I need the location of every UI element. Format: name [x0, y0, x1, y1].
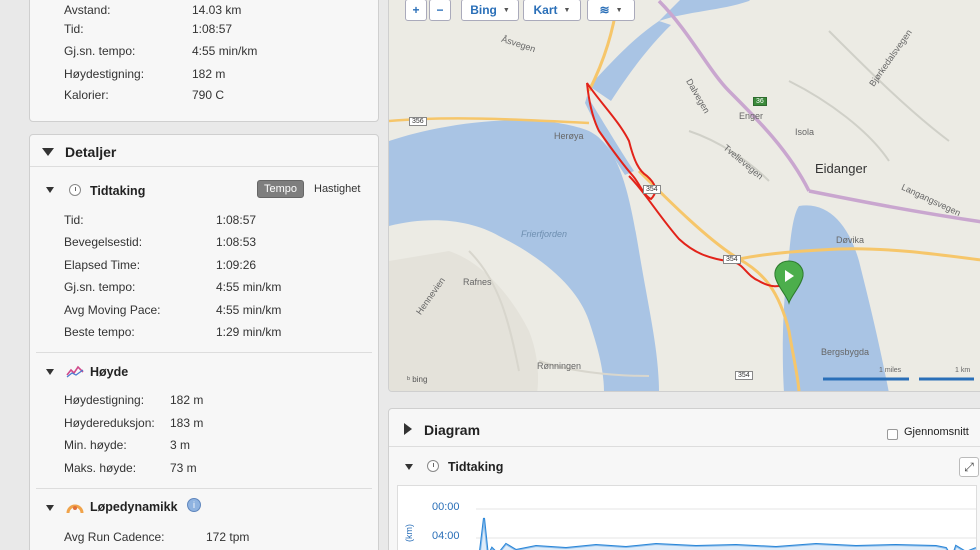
- chart-area: (km) 00:00 04:00: [397, 485, 977, 550]
- pace-line-chart: [476, 508, 976, 550]
- diagram-header[interactable]: Diagram Gjennomsnitt: [389, 409, 980, 447]
- scale-miles-label: 1 miles: [879, 367, 902, 374]
- elevation-icon: [66, 365, 84, 378]
- diagram-timing-collapse-icon[interactable]: [405, 464, 413, 470]
- section-divider: [36, 488, 372, 489]
- dynamics-title: Løpedynamikk: [90, 500, 178, 514]
- y-axis-label: (km): [404, 524, 414, 542]
- diagram-title: Diagram: [424, 422, 481, 438]
- section-divider: [36, 352, 372, 353]
- bing-logo-icon: ᵇ: [407, 375, 411, 384]
- place-label-dovika: Døvika: [836, 235, 865, 245]
- road-shield-354-bottom: 354: [735, 371, 753, 380]
- chevron-down-icon: ▼: [502, 6, 510, 14]
- clock-icon: [69, 184, 81, 196]
- chevron-down-icon: ▼: [563, 6, 571, 14]
- place-label-frierfjorden: Frierfjorden: [521, 229, 568, 239]
- map-provider-select[interactable]: Bing ▼: [461, 0, 519, 21]
- fullscreen-icon[interactable]: ⤢: [959, 457, 979, 477]
- layers-icon: ≋: [599, 3, 610, 17]
- timing-title: Tidtaking: [90, 184, 146, 198]
- zoom-out-button[interactable]: −: [429, 0, 451, 21]
- diagram-section-title: Tidtaking: [448, 460, 504, 474]
- place-label-isola: Isola: [795, 127, 815, 137]
- zoom-in-button[interactable]: +: [405, 0, 427, 21]
- running-dynamics-icon: [66, 504, 84, 514]
- diagram-panel: Diagram Gjennomsnitt Tidtaking ⤢ (km) 00…: [388, 408, 980, 550]
- details-title: Detaljer: [65, 144, 117, 160]
- elevation-title: Høyde: [90, 365, 129, 379]
- map-panel[interactable]: + − Bing ▼ Kart ▼ ≋ ▼ Eidanger Døvika Bergs…: [388, 0, 980, 392]
- details-header[interactable]: Detaljer: [30, 135, 378, 167]
- collapse-triangle-icon[interactable]: [42, 148, 54, 156]
- elevation-collapse-icon[interactable]: [46, 369, 54, 375]
- info-icon[interactable]: i: [187, 498, 201, 512]
- y-tick-1: 04:00: [432, 530, 460, 542]
- scale-km-label: 1 km: [955, 367, 971, 374]
- average-checkbox[interactable]: [887, 429, 898, 440]
- place-label-enger: Enger: [739, 111, 764, 121]
- expand-triangle-icon[interactable]: [404, 423, 412, 435]
- place-label-eidanger: Eidanger: [815, 161, 868, 176]
- place-label-bergsbygda: Bergsbygda: [821, 347, 870, 357]
- road-shield-354-mid: 354: [643, 185, 661, 194]
- road-shield-36: 36: [753, 97, 767, 106]
- place-label-ronningen: Rønningen: [537, 361, 582, 371]
- map-type-select[interactable]: Kart ▼: [523, 0, 581, 21]
- map-layers-button[interactable]: ≋ ▼: [587, 0, 635, 21]
- bing-attribution: ᵇ bing: [407, 375, 428, 384]
- average-label: Gjennomsnitt: [904, 426, 969, 438]
- summary-panel: Avstand: 14.03 km Tid: 1:08:57 Gj.sn. te…: [29, 0, 379, 122]
- dynamics-collapse-icon[interactable]: [46, 505, 54, 511]
- road-shield-354-south: 354: [723, 255, 741, 264]
- clock-icon: [427, 460, 439, 472]
- place-label-heroya: Herøya: [554, 131, 584, 141]
- timing-collapse-icon[interactable]: [46, 187, 54, 193]
- tempo-toggle-button[interactable]: Tempo: [257, 180, 305, 198]
- road-shield-356-west: 356: [409, 117, 427, 126]
- details-panel: Detaljer Tidtaking Tempo Hastighet Tid: …: [29, 134, 379, 550]
- speed-toggle-button[interactable]: Hastighet: [314, 183, 360, 195]
- place-label-rafnes: Rafnes: [463, 277, 492, 287]
- y-tick-0: 00:00: [432, 501, 460, 513]
- chevron-down-icon: ▼: [615, 6, 623, 14]
